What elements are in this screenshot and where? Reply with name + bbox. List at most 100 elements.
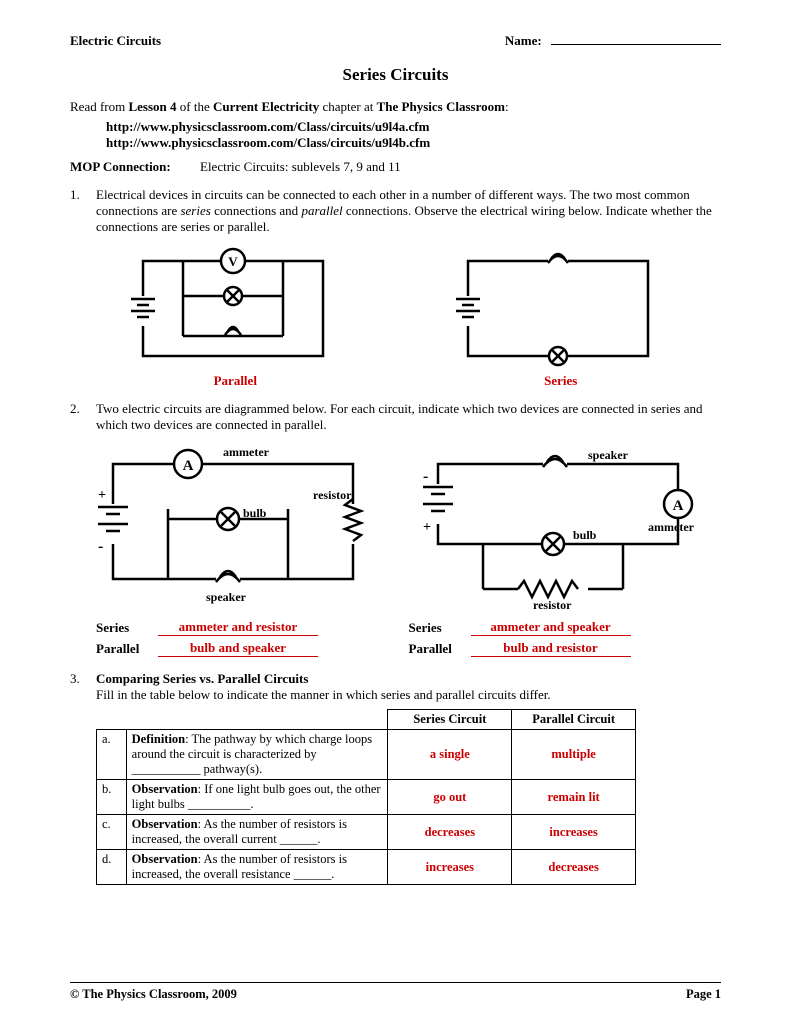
series-circuit-icon xyxy=(448,241,668,371)
q2-left-parallel-answer: bulb and speaker xyxy=(158,640,318,657)
intro-chapter: Current Electricity xyxy=(213,99,319,114)
url-2: http://www.physicsclassroom.com/Class/ci… xyxy=(106,135,721,151)
mop-text: Electric Circuits: sublevels 7, 9 and 11 xyxy=(200,159,401,174)
table-row: b. Observation: If one light bulb goes o… xyxy=(97,780,636,815)
svg-text:A: A xyxy=(673,498,684,514)
q3-body: Comparing Series vs. Parallel Circuits F… xyxy=(96,671,721,703)
intro-lesson: Lesson 4 xyxy=(128,99,176,114)
q2-text: Two electric circuits are diagrammed bel… xyxy=(96,401,721,433)
footer: © The Physics Classroom, 2009 Page 1 xyxy=(70,982,721,1002)
intro-text3: chapter at xyxy=(319,99,376,114)
circuit-a-icon: + - A ammeter resistor bulb xyxy=(88,439,378,609)
q2-right-parallel: Parallel bulb and resistor xyxy=(409,640,722,657)
table-row: a. Definition: The pathway by which char… xyxy=(97,730,636,780)
row-letter: c. xyxy=(97,815,127,850)
q1-label-parallel: Parallel xyxy=(214,373,257,389)
series-answer: decreases xyxy=(388,815,512,850)
series-label: Series xyxy=(96,620,158,636)
parallel-answer: multiple xyxy=(512,730,636,780)
svg-text:speaker: speaker xyxy=(588,448,629,462)
q3-number: 3. xyxy=(70,671,96,703)
table-header-row: Series Circuit Parallel Circuit xyxy=(97,710,636,730)
intro-site: The Physics Classroom xyxy=(377,99,505,114)
parallel-answer: remain lit xyxy=(512,780,636,815)
svg-text:+: + xyxy=(423,520,431,535)
th-parallel: Parallel Circuit xyxy=(512,710,636,730)
desc-bold: Observation xyxy=(132,852,198,866)
svg-text:resistor: resistor xyxy=(313,488,352,502)
q1-text2: connections and xyxy=(211,203,302,218)
page-number: Page 1 xyxy=(686,987,721,1002)
worksheet-page: Electric Circuits Name: Series Circuits … xyxy=(0,0,791,1024)
question-1: 1. Electrical devices in circuits can be… xyxy=(70,187,721,235)
circuit-b-icon: - + speaker A ammeter bulb resistor xyxy=(413,439,703,609)
intro-text: Read from xyxy=(70,99,128,114)
svg-text:-: - xyxy=(423,468,428,485)
question-2: 2. Two electric circuits are diagrammed … xyxy=(70,401,721,433)
q1-series-word: series xyxy=(180,203,210,218)
q1-diagram-row: V xyxy=(70,241,721,371)
svg-text:resistor: resistor xyxy=(533,598,572,609)
url-1: http://www.physicsclassroom.com/Class/ci… xyxy=(106,119,721,135)
name-input-line[interactable] xyxy=(551,30,721,45)
svg-text:+: + xyxy=(98,488,106,503)
row-letter: b. xyxy=(97,780,127,815)
q2-answers-parallel: Parallel bulb and speaker Parallel bulb … xyxy=(96,640,721,657)
header-row: Electric Circuits Name: xyxy=(70,30,721,49)
intro-suffix: : xyxy=(505,99,509,114)
name-label: Name: xyxy=(505,33,542,48)
row-desc: Observation: If one light bulb goes out,… xyxy=(126,780,388,815)
intro-text2: of the xyxy=(177,99,213,114)
q3-instruction: Fill in the table below to indicate the … xyxy=(96,687,551,702)
comparison-table: Series Circuit Parallel Circuit a. Defin… xyxy=(96,709,636,885)
row-desc: Definition: The pathway by which charge … xyxy=(126,730,388,780)
svg-text:ammeter: ammeter xyxy=(648,520,695,534)
url-block: http://www.physicsclassroom.com/Class/ci… xyxy=(106,119,721,151)
question-3: 3. Comparing Series vs. Parallel Circuit… xyxy=(70,671,721,703)
svg-text:speaker: speaker xyxy=(206,590,247,604)
subject-heading: Electric Circuits xyxy=(70,33,161,49)
parallel-answer: increases xyxy=(512,815,636,850)
q2-right-parallel-answer: bulb and resistor xyxy=(471,640,631,657)
q3-heading: Comparing Series vs. Parallel Circuits xyxy=(96,671,308,686)
mop-label: MOP Connection: xyxy=(70,159,171,174)
row-desc: Observation: As the number of resistors … xyxy=(126,850,388,885)
parallel-label: Parallel xyxy=(409,641,471,657)
page-title: Series Circuits xyxy=(70,65,721,85)
mop-line: MOP Connection: Electric Circuits: suble… xyxy=(70,159,721,175)
name-label-group: Name: xyxy=(505,30,721,49)
q1-body: Electrical devices in circuits can be co… xyxy=(96,187,721,235)
q2-left-parallel: Parallel bulb and speaker xyxy=(96,640,409,657)
row-letter: a. xyxy=(97,730,127,780)
svg-text:ammeter: ammeter xyxy=(223,445,270,459)
intro-line: Read from Lesson 4 of the Current Electr… xyxy=(70,99,721,115)
q1-label-series: Series xyxy=(544,373,577,389)
svg-text:bulb: bulb xyxy=(573,528,597,542)
svg-text:A: A xyxy=(182,458,193,474)
row-letter: d. xyxy=(97,850,127,885)
series-answer: go out xyxy=(388,780,512,815)
q2-right-series: Series ammeter and speaker xyxy=(409,619,722,636)
svg-text:-: - xyxy=(98,538,103,555)
th-series: Series Circuit xyxy=(388,710,512,730)
svg-text:bulb: bulb xyxy=(243,506,267,520)
row-desc: Observation: As the number of resistors … xyxy=(126,815,388,850)
q1-number: 1. xyxy=(70,187,96,235)
series-label: Series xyxy=(409,620,471,636)
q2-right-series-answer: ammeter and speaker xyxy=(471,619,631,636)
parallel-circuit-icon: V xyxy=(123,241,343,371)
q2-answers-series: Series ammeter and resistor Series ammet… xyxy=(96,619,721,636)
parallel-answer: decreases xyxy=(512,850,636,885)
desc-bold: Observation xyxy=(132,782,198,796)
table-row: c. Observation: As the number of resisto… xyxy=(97,815,636,850)
q2-diagram-row: + - A ammeter resistor bulb xyxy=(70,439,721,609)
q2-left-series-answer: ammeter and resistor xyxy=(158,619,318,636)
copyright: © The Physics Classroom, 2009 xyxy=(70,987,237,1002)
q2-left-series: Series ammeter and resistor xyxy=(96,619,409,636)
desc-bold: Observation xyxy=(132,817,198,831)
q1-parallel-word: parallel xyxy=(301,203,342,218)
series-answer: increases xyxy=(388,850,512,885)
q2-number: 2. xyxy=(70,401,96,433)
desc-bold: Definition xyxy=(132,732,185,746)
table-row: d. Observation: As the number of resisto… xyxy=(97,850,636,885)
